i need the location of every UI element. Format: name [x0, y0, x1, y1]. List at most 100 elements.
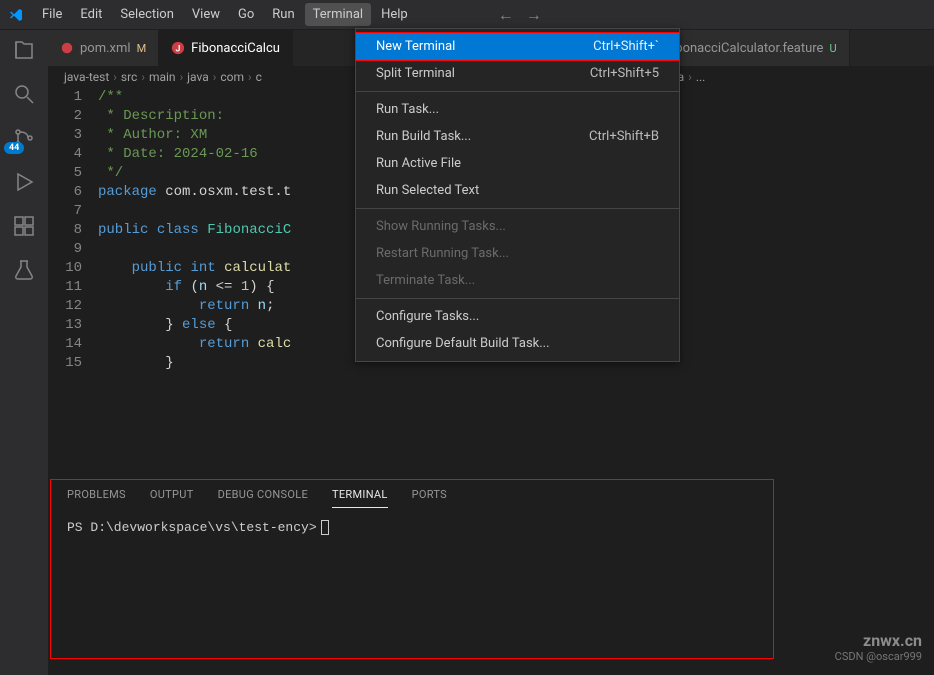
menu-item-configure-default-build-task[interactable]: Configure Default Build Task...	[356, 330, 679, 357]
menu-item-label: Run Task...	[376, 102, 439, 117]
menu-item-restart-running-task: Restart Running Task...	[356, 240, 679, 267]
chevron-right-icon: ›	[180, 70, 184, 84]
menu-item-label: Configure Tasks...	[376, 309, 479, 324]
vscode-logo-icon	[8, 7, 24, 23]
source-control-icon[interactable]: 44	[12, 126, 36, 150]
menu-view[interactable]: View	[184, 3, 228, 26]
menu-help[interactable]: Help	[373, 3, 416, 26]
menubar: FileEditSelectionViewGoRunTerminalHelp ←…	[0, 0, 934, 30]
terminal-cursor-icon	[321, 520, 329, 535]
menu-item-label: Run Selected Text	[376, 183, 479, 198]
run-debug-icon[interactable]	[12, 170, 36, 194]
menu-item-label: Terminate Task...	[376, 273, 475, 288]
chevron-right-icon: ›	[213, 70, 217, 84]
terminal-prompt: PS D:\devworkspace\vs\test-ency>	[67, 520, 317, 535]
line-number: 14	[48, 335, 82, 354]
panel-tabs: PROBLEMS OUTPUT DEBUG CONSOLE TERMINAL PORTS	[51, 480, 773, 508]
menu-run[interactable]: Run	[264, 3, 302, 26]
menu-item-run-selected-text[interactable]: Run Selected Text	[356, 177, 679, 204]
breadcrumb-part[interactable]: com	[220, 70, 244, 84]
panel-tab-ports[interactable]: PORTS	[412, 488, 447, 508]
file-icon	[60, 41, 74, 55]
menu-item-label: Restart Running Task...	[376, 246, 509, 261]
menu-item-new-terminal[interactable]: New Terminal Ctrl+Shift+`	[355, 32, 680, 61]
line-number: 11	[48, 278, 82, 297]
menu-shortcut: Ctrl+Shift+5	[590, 66, 659, 81]
menu-item-label: Run Active File	[376, 156, 461, 171]
nav-arrows: ← →	[498, 5, 542, 25]
watermark-sub: CSDN @oscar999	[835, 650, 922, 663]
line-number: 4	[48, 145, 82, 164]
file-icon: J	[171, 41, 185, 55]
menu-item-terminate-task: Terminate Task...	[356, 267, 679, 294]
menu-item-split-terminal[interactable]: Split Terminal Ctrl+Shift+5	[356, 60, 679, 87]
line-number: 6	[48, 183, 82, 202]
activity-bar: 44	[0, 30, 48, 675]
panel-tab-terminal[interactable]: TERMINAL	[332, 488, 388, 508]
tab-label: FibonacciCalculator.feature	[665, 41, 824, 56]
tab-label: pom.xml	[80, 41, 131, 56]
menu-item-run-task[interactable]: Run Task...	[356, 96, 679, 123]
menu-file[interactable]: File	[34, 3, 70, 26]
tab-status: U	[829, 42, 836, 55]
menu-item-configure-tasks[interactable]: Configure Tasks...	[356, 303, 679, 330]
line-number: 1	[48, 88, 82, 107]
menu-item-label: New Terminal	[376, 39, 455, 54]
testing-icon[interactable]	[12, 258, 36, 282]
terminal-menu: New Terminal Ctrl+Shift+` Split Terminal Ct…	[355, 28, 680, 362]
extensions-icon[interactable]	[12, 214, 36, 238]
breadcrumb-part[interactable]: java-test	[64, 70, 109, 84]
breadcrumb-more[interactable]: ...	[696, 70, 706, 84]
menu-edit[interactable]: Edit	[72, 3, 110, 26]
watermark: znwx.cn CSDN @oscar999	[835, 631, 922, 663]
line-number: 2	[48, 107, 82, 126]
chevron-right-icon: ›	[688, 70, 692, 84]
line-number: 15	[48, 354, 82, 373]
line-number: 10	[48, 259, 82, 278]
chevron-right-icon: ›	[141, 70, 145, 84]
menu-terminal[interactable]: Terminal	[305, 3, 371, 26]
menu-shortcut: Ctrl+Shift+B	[589, 129, 659, 144]
line-number: 8	[48, 221, 82, 240]
editor-tab[interactable]: pom.xml M	[48, 30, 159, 66]
menu-item-show-running-tasks: Show Running Tasks...	[356, 213, 679, 240]
explorer-icon[interactable]	[12, 38, 36, 62]
bottom-panel: PROBLEMS OUTPUT DEBUG CONSOLE TERMINAL PORTS…	[50, 479, 774, 659]
menu-separator	[356, 91, 679, 92]
menu-item-label: Show Running Tasks...	[376, 219, 506, 234]
menu-item-run-active-file[interactable]: Run Active File	[356, 150, 679, 177]
chevron-right-icon: ›	[113, 70, 117, 84]
menu-item-run-build-task[interactable]: Run Build Task... Ctrl+Shift+B	[356, 123, 679, 150]
line-number: 5	[48, 164, 82, 183]
chevron-right-icon: ›	[248, 70, 252, 84]
panel-tab-output[interactable]: OUTPUT	[150, 488, 194, 508]
breadcrumb-part[interactable]: java	[187, 70, 209, 84]
search-icon[interactable]	[12, 82, 36, 106]
menu-selection[interactable]: Selection	[112, 3, 181, 26]
menu-item-label: Split Terminal	[376, 66, 455, 81]
line-number: 12	[48, 297, 82, 316]
menu-separator	[356, 298, 679, 299]
panel-tab-debug-console[interactable]: DEBUG CONSOLE	[218, 488, 308, 508]
menu-go[interactable]: Go	[230, 3, 262, 26]
line-number: 7	[48, 202, 82, 221]
menu-separator	[356, 208, 679, 209]
tab-status: M	[137, 42, 147, 55]
menu-shortcut: Ctrl+Shift+`	[593, 39, 659, 54]
breadcrumb-part[interactable]: c	[256, 70, 262, 84]
line-number: 9	[48, 240, 82, 259]
breadcrumb-part[interactable]: src	[121, 70, 137, 84]
tab-label: FibonacciCalcu	[191, 41, 280, 56]
watermark-main: znwx.cn	[835, 631, 922, 650]
menu-item-label: Run Build Task...	[376, 129, 471, 144]
svg-text:J: J	[176, 45, 181, 55]
menu-item-label: Configure Default Build Task...	[376, 336, 550, 351]
breadcrumb-part[interactable]: main	[149, 70, 176, 84]
panel-tab-problems[interactable]: PROBLEMS	[67, 488, 126, 508]
nav-back-icon[interactable]: ←	[498, 5, 514, 25]
nav-forward-icon[interactable]: →	[526, 5, 542, 25]
editor-tab[interactable]: J FibonacciCalcu	[159, 30, 293, 66]
terminal-content[interactable]: PS D:\devworkspace\vs\test-ency>	[51, 508, 773, 547]
line-number: 3	[48, 126, 82, 145]
source-control-badge: 44	[4, 142, 24, 154]
